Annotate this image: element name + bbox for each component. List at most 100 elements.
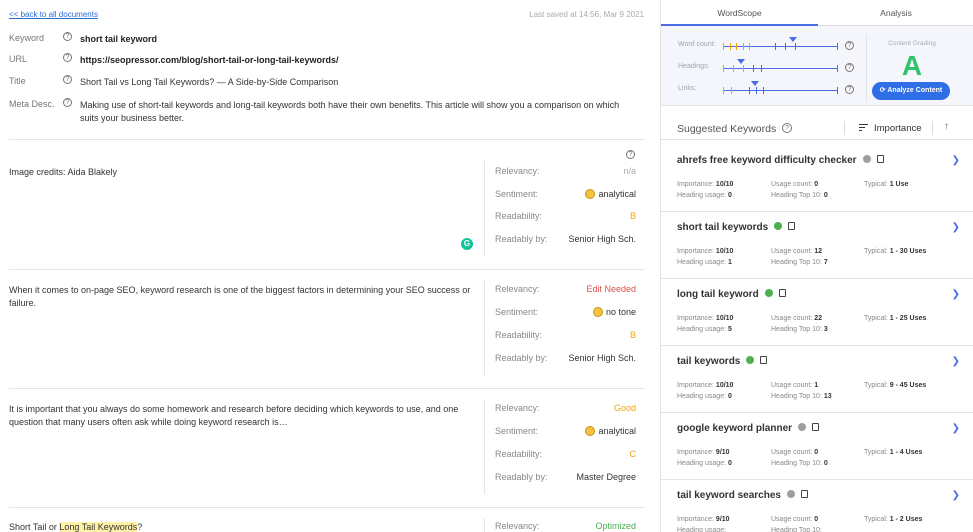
tab-wordscope[interactable]: WordScope: [661, 8, 818, 18]
heading-usage-label: Heading usage:: [677, 259, 727, 266]
help-icon[interactable]: ?: [63, 75, 72, 84]
keyword-highlight: Long Tail Keywords: [59, 522, 138, 532]
importance-stat: Importance: 10/10: [677, 315, 733, 322]
tab-analysis[interactable]: Analysis: [818, 8, 973, 18]
block-text[interactable]: It is important that you always do some …: [9, 403, 479, 429]
keyword-card[interactable]: ahrefs free keyword difficulty checker ❯ I…: [661, 145, 973, 212]
heading-top-value: 7: [823, 259, 828, 266]
title-value[interactable]: Short Tail vs Long Tail Keywords? — A Si…: [80, 76, 625, 89]
help-icon[interactable]: ?: [845, 63, 854, 72]
help-icon[interactable]: ?: [63, 98, 72, 107]
copy-icon[interactable]: [800, 490, 808, 498]
help-icon[interactable]: ?: [845, 85, 854, 94]
sort-by-importance[interactable]: Importance: [874, 123, 922, 134]
importance-label: Importance:: [677, 516, 714, 523]
chevron-right-icon[interactable]: ❯: [952, 222, 960, 233]
title-label: Title: [9, 76, 26, 86]
check-status-icon: [746, 356, 755, 364]
meter-label: Headings:: [678, 63, 710, 70]
relevancy-stat: Relevancy: Edit Needed: [495, 284, 636, 296]
relevancy-value: Good: [613, 403, 636, 413]
importance-label: Importance:: [677, 181, 714, 188]
keyword-value[interactable]: short tail keyword: [80, 33, 625, 46]
heading-top-label: Heading Top 10:: [771, 393, 822, 400]
links-meter: Links: ?: [678, 81, 858, 95]
keyword-label: Keyword: [9, 33, 45, 43]
relevancy-label: Relevancy:: [495, 521, 540, 531]
chevron-right-icon[interactable]: ❯: [952, 289, 960, 300]
heading-usage-stat: Heading usage:: [677, 527, 726, 532]
keyword-name: short tail keywords: [677, 222, 796, 233]
keyword-text: tail keyword searches: [677, 490, 781, 501]
importance-stat: Importance: 10/10: [677, 181, 733, 188]
divider: [484, 161, 485, 256]
heading-usage-value: 5: [728, 326, 732, 333]
copy-icon[interactable]: [778, 289, 786, 297]
typical-value: 1 - 4 Uses: [889, 449, 923, 456]
last-saved-status: Last saved at 14:56, Mar 9 2021: [529, 10, 644, 19]
analyze-content-button[interactable]: ⟳ Analyze Content: [872, 82, 950, 100]
readability-label: Readability:: [495, 211, 543, 221]
meter-tick: [753, 65, 754, 72]
copy-icon[interactable]: [876, 155, 884, 163]
meter-tick: [731, 87, 732, 94]
heading-top-stat: Heading Top 10: 7: [771, 259, 828, 266]
help-icon[interactable]: ?: [626, 150, 635, 159]
sort-icon[interactable]: [859, 124, 868, 132]
keyword-name: tail keywords: [677, 356, 768, 367]
keyword-name: long tail keyword: [677, 289, 786, 300]
help-icon[interactable]: ?: [63, 53, 72, 62]
meter-track: [723, 59, 838, 72]
grammarly-icon[interactable]: G: [461, 238, 473, 250]
keyword-card[interactable]: tail keyword searches ❯ Importance: 9/10 Us…: [661, 480, 973, 532]
chevron-right-icon[interactable]: ❯: [952, 356, 960, 367]
keyword-card[interactable]: long tail keyword ❯ Importance: 10/10 Usage…: [661, 279, 973, 346]
readability-label: Readability:: [495, 449, 543, 459]
chevron-right-icon[interactable]: ❯: [952, 155, 960, 166]
keyword-card[interactable]: short tail keywords ❯ Importance: 10/10 Usa…: [661, 212, 973, 279]
block-text[interactable]: Short Tail or Long Tail Keywords?: [9, 521, 479, 532]
copy-icon[interactable]: [788, 222, 796, 230]
meter-track: [723, 81, 838, 94]
readably-by-stat: Readably by: Senior High Sch.: [495, 353, 636, 365]
meter-tick: [837, 87, 838, 94]
copy-icon[interactable]: [760, 356, 768, 364]
heading-top-stat: Heading Top 10: 13: [771, 393, 832, 400]
relevancy-label: Relevancy:: [495, 284, 540, 294]
keyword-card[interactable]: tail keywords ❯ Importance: 10/10 Usage cou…: [661, 346, 973, 413]
usage-value: 22: [814, 315, 822, 322]
block-text[interactable]: When it comes to on-page SEO, keyword re…: [9, 284, 479, 310]
help-icon[interactable]: ?: [782, 123, 792, 133]
heading-usage-value: 1: [728, 259, 732, 266]
usage-label: Usage count:: [771, 382, 813, 389]
back-to-documents-link[interactable]: << back to all documents: [9, 10, 98, 19]
divider: [484, 399, 485, 494]
help-icon[interactable]: ?: [845, 41, 854, 50]
heading-usage-stat: Heading usage: 0: [677, 393, 732, 400]
importance-value: 10/10: [715, 248, 734, 255]
meta-desc-value[interactable]: Making use of short-tail keywords and lo…: [80, 99, 625, 125]
meter-tick: [756, 87, 757, 94]
help-icon[interactable]: ?: [63, 32, 72, 41]
typical-stat: Typical: 1 Use: [864, 181, 908, 188]
block-text[interactable]: Image credits: Aida Blakely: [9, 166, 479, 179]
importance-stat: Importance: 9/10: [677, 449, 730, 456]
divider: [484, 280, 485, 375]
keyword-text: tail keywords: [677, 356, 741, 367]
url-value[interactable]: https://seopressor.com/blog/short-tail-o…: [80, 54, 625, 67]
sentiment-stat: Sentiment: analytical: [495, 426, 636, 438]
typical-label: Typical:: [864, 449, 888, 456]
readably-by-value: Senior High Sch.: [568, 353, 636, 363]
chevron-right-icon[interactable]: ❯: [952, 490, 960, 501]
meter-tick: [763, 87, 764, 94]
sort-direction-arrow-icon[interactable]: ↑: [944, 121, 949, 132]
relevancy-value: Edit Needed: [586, 284, 636, 294]
copy-icon[interactable]: [812, 423, 820, 431]
importance-label: Importance:: [677, 315, 714, 322]
chevron-right-icon[interactable]: ❯: [952, 423, 960, 434]
readability-value: B: [629, 330, 636, 340]
suggested-keywords-header: Suggested Keywords ? Importance ↑: [661, 116, 973, 140]
keyword-card[interactable]: google keyword planner ❯ Importance: 9/10 U…: [661, 413, 973, 480]
importance-label: Importance:: [677, 248, 714, 255]
url-label: URL: [9, 54, 28, 64]
